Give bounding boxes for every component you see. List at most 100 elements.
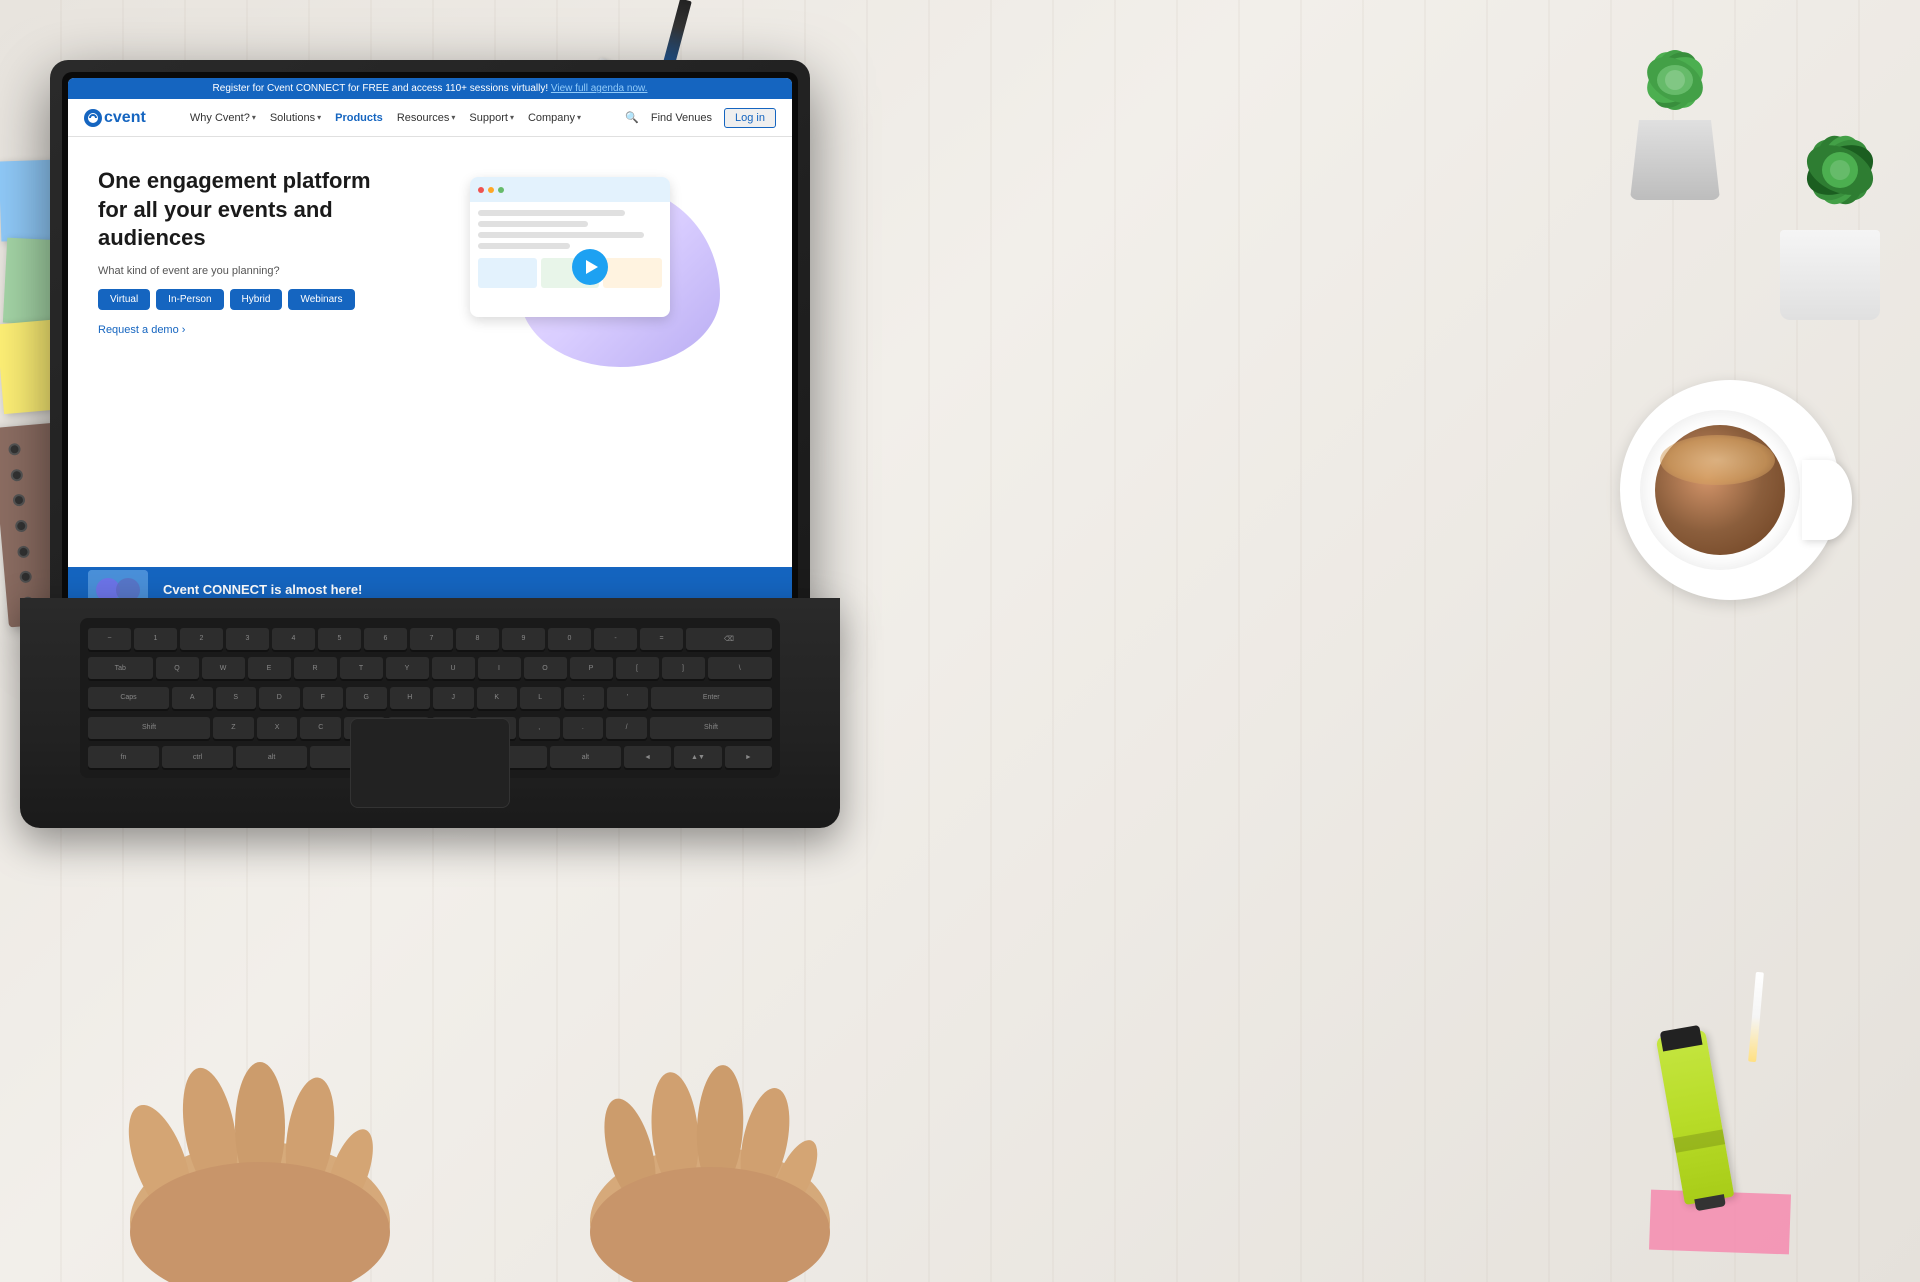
key: ~	[88, 628, 131, 650]
up-down-arrow-keys[interactable]: ▲▼	[674, 746, 721, 768]
login-button[interactable]: Log in	[724, 108, 776, 128]
line-1	[478, 210, 625, 216]
ctrl-key[interactable]: ctrl	[162, 746, 233, 768]
enter-key[interactable]: Enter	[651, 687, 773, 709]
trackpad[interactable]	[350, 718, 510, 808]
key: G	[346, 687, 387, 709]
webinars-button[interactable]: Webinars	[288, 289, 354, 310]
key: 6	[364, 628, 407, 650]
spiral-ring	[19, 571, 32, 584]
hero-title: One engagement platform for all your eve…	[98, 167, 398, 253]
left-arrow-key[interactable]: ◄	[624, 746, 671, 768]
right-arrow-key[interactable]: ►	[725, 746, 772, 768]
top-announcement-banner: Register for Cvent CONNECT for FREE and …	[68, 78, 792, 99]
spiral-ring	[10, 468, 23, 481]
cvent-logo[interactable]: cvent	[84, 109, 146, 127]
key: -	[594, 628, 637, 650]
hero-section: One engagement platform for all your eve…	[68, 137, 792, 387]
key: P	[570, 657, 613, 679]
key: 7	[410, 628, 453, 650]
nav-solutions[interactable]: Solutions ▾	[270, 112, 321, 124]
line-2	[478, 221, 588, 227]
shift-right-key[interactable]: Shift	[650, 717, 772, 739]
key: U	[432, 657, 475, 679]
key: =	[640, 628, 683, 650]
request-demo-link[interactable]: Request a demo ›	[98, 324, 398, 336]
key: 3	[226, 628, 269, 650]
pot-body-2	[1780, 230, 1880, 320]
key: I	[478, 657, 521, 679]
arrow-icon: ›	[182, 324, 186, 336]
key: Z	[213, 717, 254, 739]
virtual-button[interactable]: Virtual	[98, 289, 150, 310]
hero-subtitle: What kind of event are you planning?	[98, 265, 398, 277]
plant-leaves	[1610, 0, 1740, 130]
nav-right-section: 🔍 Find Venues Log in	[625, 108, 776, 128]
alt-key[interactable]: alt	[236, 746, 307, 768]
in-person-button[interactable]: In-Person	[156, 289, 223, 310]
shift-left-key[interactable]: Shift	[88, 717, 210, 739]
logo-text: cvent	[104, 109, 146, 127]
key: 5	[318, 628, 361, 650]
banner-text: Register for Cvent CONNECT for FREE and …	[213, 83, 549, 94]
line-3	[478, 232, 644, 238]
nav-why-cvent[interactable]: Why Cvent? ▾	[190, 112, 256, 124]
nav-products[interactable]: Products	[335, 112, 383, 124]
key: J	[433, 687, 474, 709]
plant-leaves-2	[1760, 60, 1920, 230]
pot-body	[1630, 120, 1720, 200]
spiral-ring	[13, 494, 26, 507]
key: E	[248, 657, 291, 679]
caps-key[interactable]: Caps	[88, 687, 169, 709]
key: .	[563, 717, 604, 739]
spiral-ring	[15, 519, 28, 532]
key: D	[259, 687, 300, 709]
dot-green	[498, 187, 504, 193]
alt-right-key[interactable]: alt	[550, 746, 621, 768]
tab-key[interactable]: Tab	[88, 657, 153, 679]
laptop-keyboard-base: ~ 1 2 3 4 5 6 7 8 9 0 - = ⌫ Tab Q W E R …	[20, 598, 840, 828]
key: 1	[134, 628, 177, 650]
nav-resources[interactable]: Resources ▾	[397, 112, 456, 124]
card-items	[478, 258, 662, 288]
key: L	[520, 687, 561, 709]
key: W	[202, 657, 245, 679]
key: O	[524, 657, 567, 679]
backspace-key[interactable]: ⌫	[686, 628, 772, 650]
play-triangle-icon	[586, 260, 598, 274]
key: Q	[156, 657, 199, 679]
nav-company[interactable]: Company ▾	[528, 112, 581, 124]
key: [	[616, 657, 659, 679]
key: ,	[519, 717, 560, 739]
nav-items: Why Cvent? ▾ Solutions ▾ Products Resour…	[190, 112, 581, 124]
spiral-ring	[17, 545, 30, 558]
play-button[interactable]	[572, 249, 608, 285]
key: ]	[662, 657, 705, 679]
banner-link[interactable]: View full agenda now.	[551, 83, 648, 94]
nav-support[interactable]: Support ▾	[469, 112, 514, 124]
highlighter-stripe	[1673, 1129, 1725, 1152]
plant-pot-2	[1760, 60, 1920, 320]
event-type-buttons: Virtual In-Person Hybrid Webinars	[98, 289, 398, 310]
left-hand	[116, 1062, 390, 1282]
chevron-down-icon: ▾	[317, 113, 321, 122]
key: K	[477, 687, 518, 709]
cup-handle	[1802, 460, 1852, 540]
hybrid-button[interactable]: Hybrid	[230, 289, 283, 310]
key: S	[216, 687, 257, 709]
chevron-down-icon: ▾	[510, 113, 514, 122]
chevron-down-icon: ▾	[577, 113, 581, 122]
line-4	[478, 243, 570, 249]
keyboard-row-2: Tab Q W E R T Y U I O P [ ] \	[88, 656, 772, 682]
find-venues-link[interactable]: Find Venues	[651, 112, 712, 124]
key: /	[606, 717, 647, 739]
key: 4	[272, 628, 315, 650]
key: F	[303, 687, 344, 709]
fn-key[interactable]: fn	[88, 746, 159, 768]
screen-bezel: Register for Cvent CONNECT for FREE and …	[62, 72, 798, 612]
key: '	[607, 687, 648, 709]
chevron-down-icon: ▾	[451, 113, 455, 122]
hero-right-visual	[418, 167, 762, 367]
search-icon[interactable]: 🔍	[625, 111, 639, 124]
dot-red	[478, 187, 484, 193]
